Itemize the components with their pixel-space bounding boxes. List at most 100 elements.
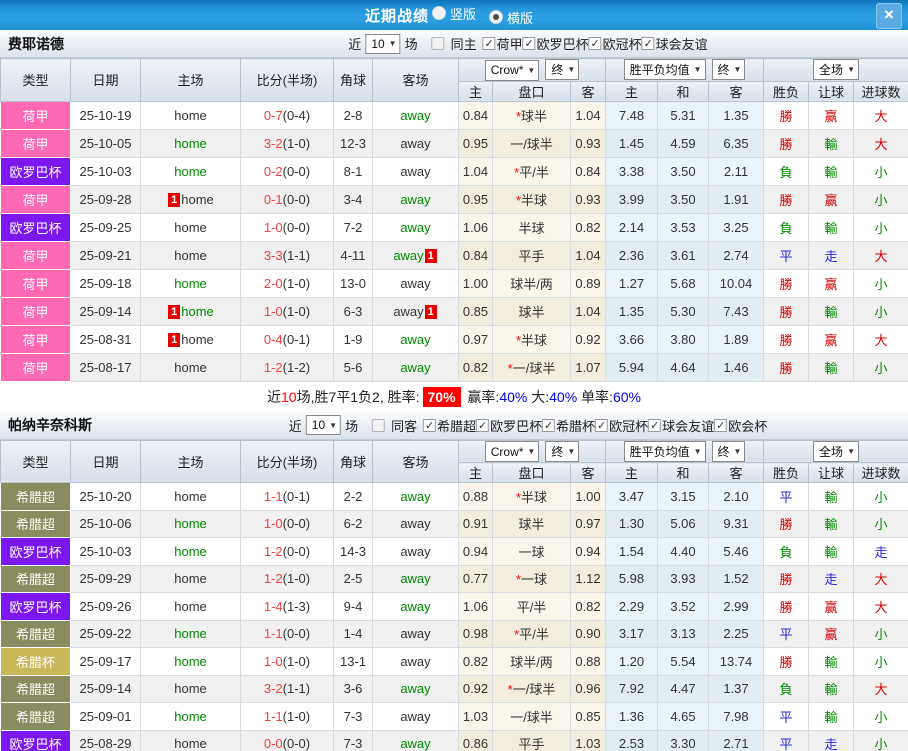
radio-label: 竖版 <box>449 6 476 22</box>
filter-label: 欧罗巴杯 <box>536 37 589 52</box>
filter-checkbox-希腊超[interactable]: ✓ 希腊超 <box>423 416 476 435</box>
result-wdl: 勝 <box>763 100 810 130</box>
filter-checkbox-希腊杯[interactable]: ✓ 希腊杯 <box>542 416 595 435</box>
filter-checkbox-同主[interactable]: 同主 <box>431 34 477 53</box>
filter-checkbox-欧罗巴杯[interactable]: ✓ 欧罗巴杯 <box>476 416 542 435</box>
filter-checkbox-欧罗巴杯[interactable]: ✓ 欧罗巴杯 <box>522 34 589 53</box>
corners-cell: 2-2 <box>333 482 373 511</box>
odds-source-select[interactable]: Crow* ▼ <box>484 441 540 462</box>
team-name: away <box>400 543 431 559</box>
avg-draw-odds: 5.68 <box>657 268 709 298</box>
odds-source-select[interactable]: Crow* ▼ <box>484 59 540 81</box>
chevron-down-icon: ▼ <box>847 446 855 456</box>
avg-away-odds: 13.74 <box>707 647 765 676</box>
halftime-score: (0-1) <box>282 331 311 347</box>
avg-stage-select[interactable]: 终 ▼ <box>711 59 746 81</box>
match-date: 25-10-03 <box>70 537 141 566</box>
home-team-cell: home <box>140 619 241 648</box>
line-text: 一球 <box>518 544 545 560</box>
team-title: 帕纳辛奈科斯 <box>8 417 92 433</box>
avg-odds-select[interactable]: 胜平负均值 ▼ <box>623 59 706 81</box>
filter-checkbox-欧会杯[interactable]: ✓ 欧会杯 <box>714 416 767 435</box>
filter-checkbox-欧冠杯[interactable]: ✓ 欧冠杯 <box>588 34 642 53</box>
layout-radio-1[interactable]: 横版 <box>489 8 543 27</box>
league-badge: 荷甲 <box>0 240 71 270</box>
sub-column-header: 主 <box>458 462 493 483</box>
handicap-line: 球半/两 <box>492 647 571 676</box>
column-header: 角球 <box>333 439 373 483</box>
result-wdl: 勝 <box>763 184 810 214</box>
odds-stage-select[interactable]: 终 ▼ <box>545 440 580 462</box>
filter-checkbox-荷甲[interactable]: ✓ 荷甲 <box>482 34 523 53</box>
league-badge: 荷甲 <box>0 184 71 214</box>
column-header: 主场 <box>140 58 241 102</box>
match-count-select[interactable]: 10 ▼ <box>305 415 342 435</box>
red-card-badge: 1 <box>424 304 437 319</box>
radio-icon <box>489 10 503 24</box>
column-header: 类型 <box>0 58 71 102</box>
close-icon: × <box>884 5 894 24</box>
match-date: 25-09-29 <box>70 564 141 593</box>
summary-text: 60% <box>612 388 641 405</box>
avg-away-odds: 2.25 <box>707 619 765 648</box>
odds-source-group: Crow* ▼ 终 ▼ <box>458 58 606 82</box>
sub-column-header: 主 <box>458 80 493 102</box>
avg-away-odds: 1.35 <box>707 100 765 130</box>
team-name: away <box>400 708 431 724</box>
filter-label: 荷甲 <box>496 37 523 52</box>
result-handicap: 走 <box>808 564 855 593</box>
avg-away-odds: 1.46 <box>707 352 765 382</box>
halftime-score: (0-0) <box>282 736 311 751</box>
fulltime-score: 1-2 <box>263 543 283 559</box>
odds-away: 0.94 <box>570 537 606 566</box>
layout-radio-group: 竖版 横版 <box>429 4 543 27</box>
filter-checkbox-球会友谊[interactable]: ✓ 球会友谊 <box>641 34 708 53</box>
result-goals: 小 <box>853 482 908 511</box>
team-name: away <box>400 736 431 751</box>
line-text: 半球 <box>521 192 548 208</box>
avg-stage-select-value: 终 <box>717 444 730 459</box>
avg-stage-select[interactable]: 终 ▼ <box>711 440 746 462</box>
filter-checkbox-欧冠杯[interactable]: ✓ 欧冠杯 <box>595 416 648 435</box>
odds-stage-select[interactable]: 终 ▼ <box>545 59 580 80</box>
games-label: 场 <box>345 418 359 434</box>
column-header: 比分(半场) <box>240 58 334 102</box>
filter-checkbox-球会友谊[interactable]: ✓ 球会友谊 <box>648 416 714 435</box>
layout-radio-0[interactable]: 竖版 <box>431 4 486 23</box>
filter-bar: 近 10 ▼ 场同主 ✓ 荷甲 ✓ 欧罗巴杯 ✓ 欧冠杯 ✓ 球会友谊 <box>344 33 708 54</box>
close-button[interactable]: × <box>876 3 902 29</box>
league-badge: 欧罗巴杯 <box>0 212 71 242</box>
avg-home-odds: 1.54 <box>605 537 658 566</box>
home-team-cell: home <box>140 128 241 158</box>
away-team-cell: away <box>372 564 459 593</box>
team-name: home <box>181 331 214 347</box>
checkbox-checked-icon: ✓ <box>482 37 496 50</box>
odds-away: 0.82 <box>570 212 606 242</box>
halftime-score: (1-3) <box>282 598 311 614</box>
line-text: 平手 <box>518 737 545 751</box>
chevron-down-icon: ▼ <box>329 420 338 430</box>
scope-select[interactable]: 全场 ▼ <box>813 59 859 81</box>
sub-column-header: 盘口 <box>492 462 571 483</box>
match-date: 25-09-25 <box>70 212 141 242</box>
team-name: home <box>174 681 207 697</box>
odds-home: 0.95 <box>458 184 493 214</box>
halftime-score: (1-0) <box>282 653 311 669</box>
team-name: home <box>181 303 214 319</box>
away-team-cell: away <box>372 674 459 703</box>
filter-checkbox-同客[interactable]: 同客 <box>372 416 417 435</box>
line-text: 一/球半 <box>512 682 556 698</box>
odds-away: 1.03 <box>570 729 606 751</box>
match-count-select[interactable]: 10 ▼ <box>365 33 401 54</box>
scope-select[interactable]: 全场 ▼ <box>813 440 859 462</box>
corners-cell: 3-6 <box>333 674 373 703</box>
chevron-down-icon: ▼ <box>733 65 742 75</box>
away-team-cell: away 1 <box>372 240 459 270</box>
match-row: 希腊超 25-09-01 home 1-1(1-0) 7-3 away 1.03 一/球半 0.… <box>0 702 908 731</box>
column-header: 日期 <box>70 58 141 102</box>
away-team-cell: away <box>372 100 459 130</box>
corners-cell: 1-9 <box>333 324 373 354</box>
fulltime-score: 1-2 <box>263 359 283 375</box>
avg-odds-select[interactable]: 胜平负均值 ▼ <box>623 440 706 462</box>
result-wdl: 勝 <box>763 128 810 158</box>
